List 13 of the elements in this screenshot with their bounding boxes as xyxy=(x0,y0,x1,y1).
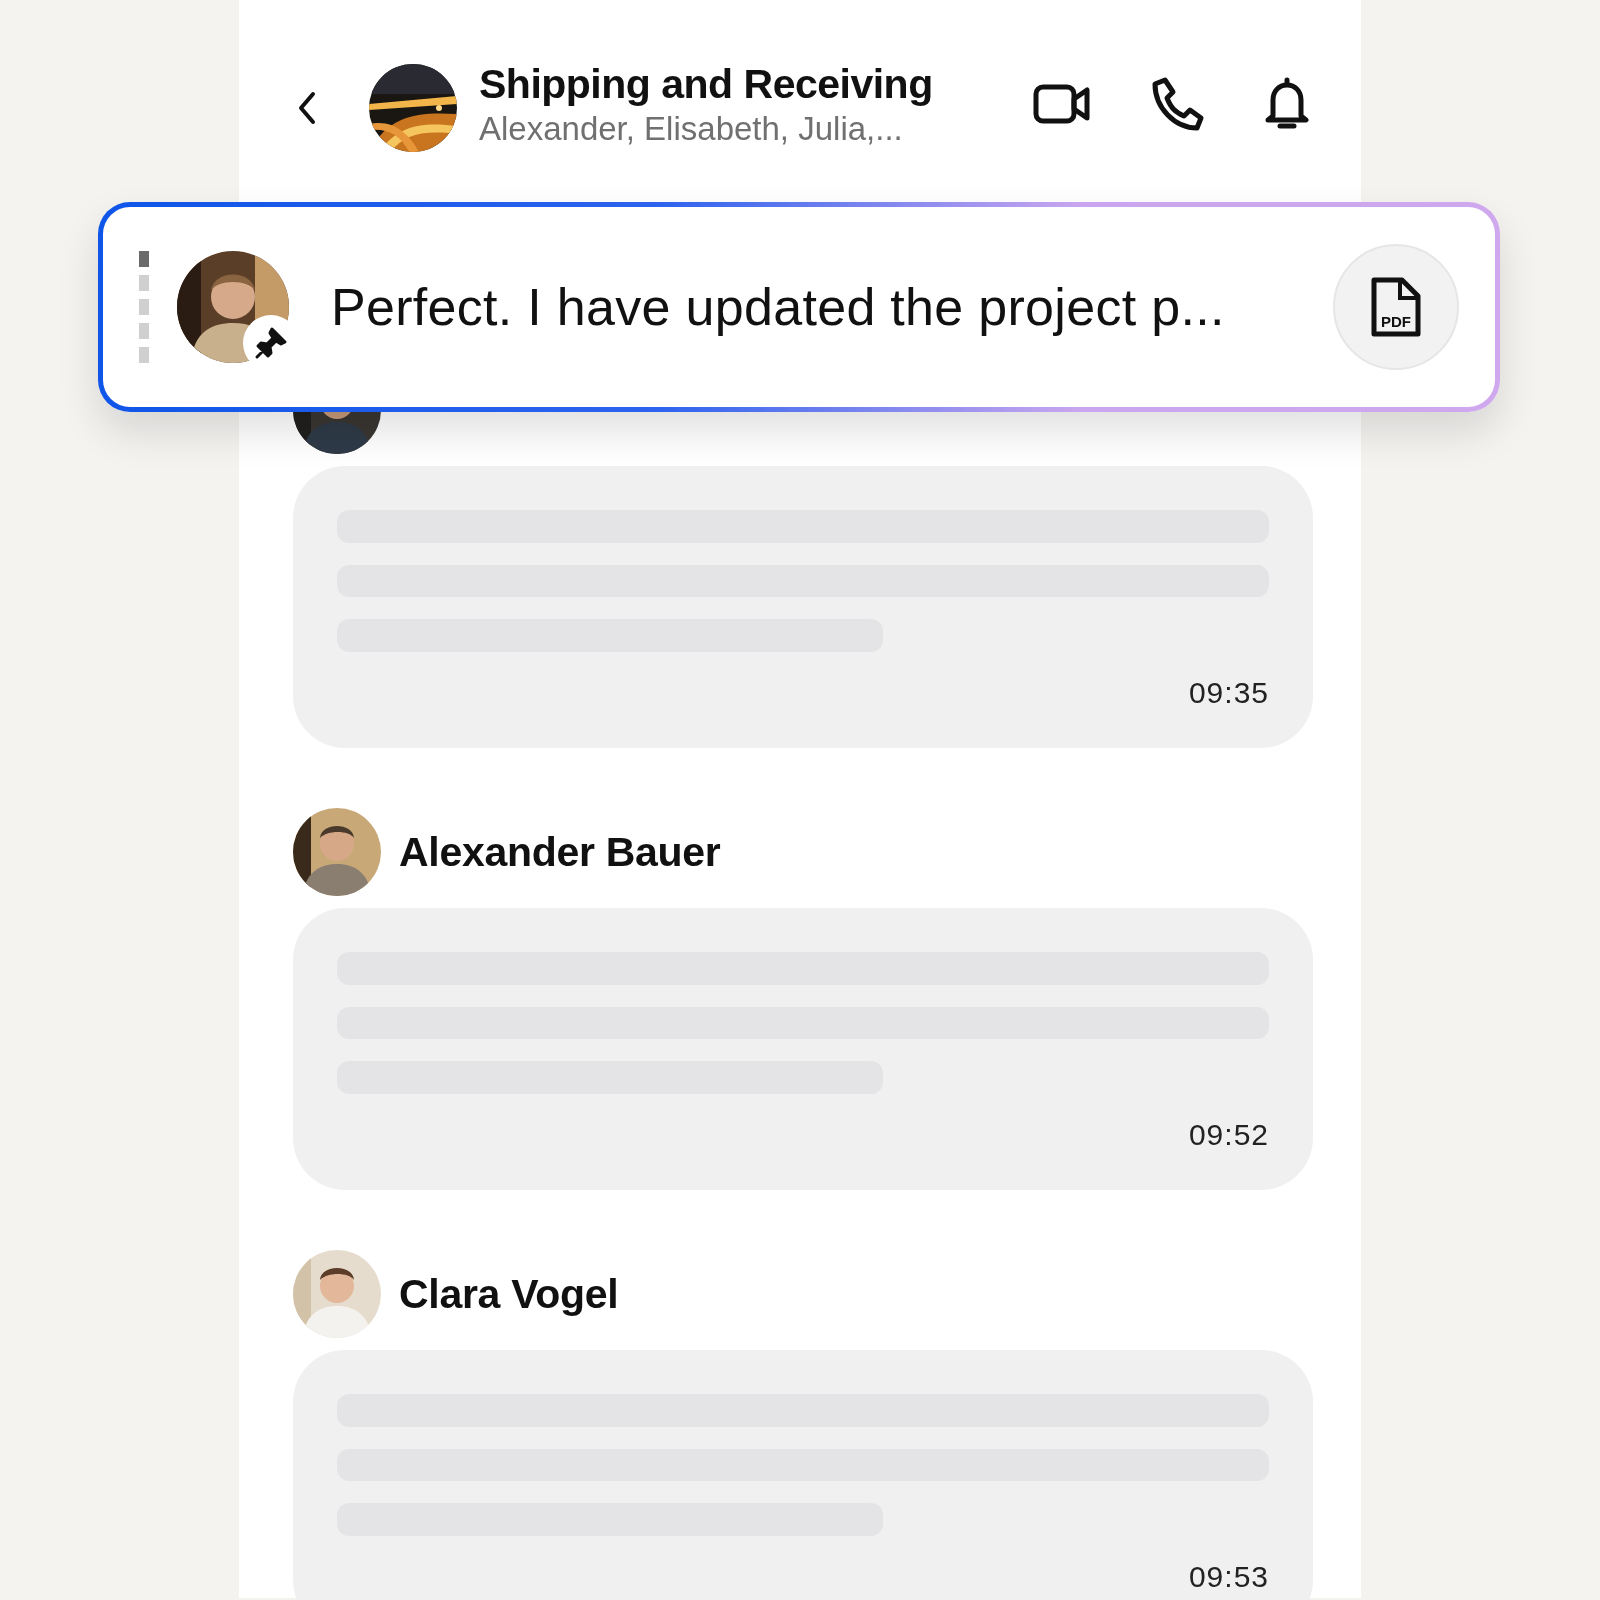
chat-title: Shipping and Receiving xyxy=(479,60,933,108)
sender-name: Alexander Bauer xyxy=(399,828,721,876)
pinned-message-banner[interactable]: Perfect. I have updated the project p... PDF xyxy=(98,202,1500,412)
message-time: 09:53 xyxy=(1188,1560,1269,1594)
file-icon: PDF xyxy=(1370,276,1422,338)
message-time: 09:52 xyxy=(1188,1118,1269,1152)
members-list: Alexander, Elisabeth, Julia,... xyxy=(479,109,933,148)
sender-name: Clara Vogel xyxy=(399,1270,619,1318)
bell-icon xyxy=(1263,76,1311,132)
message-time: 09:35 xyxy=(1188,676,1269,710)
pinned-message-text: Perfect. I have updated the project p... xyxy=(331,277,1226,337)
attachment-button[interactable]: PDF xyxy=(1333,244,1459,370)
notifications-button[interactable] xyxy=(1263,76,1311,132)
